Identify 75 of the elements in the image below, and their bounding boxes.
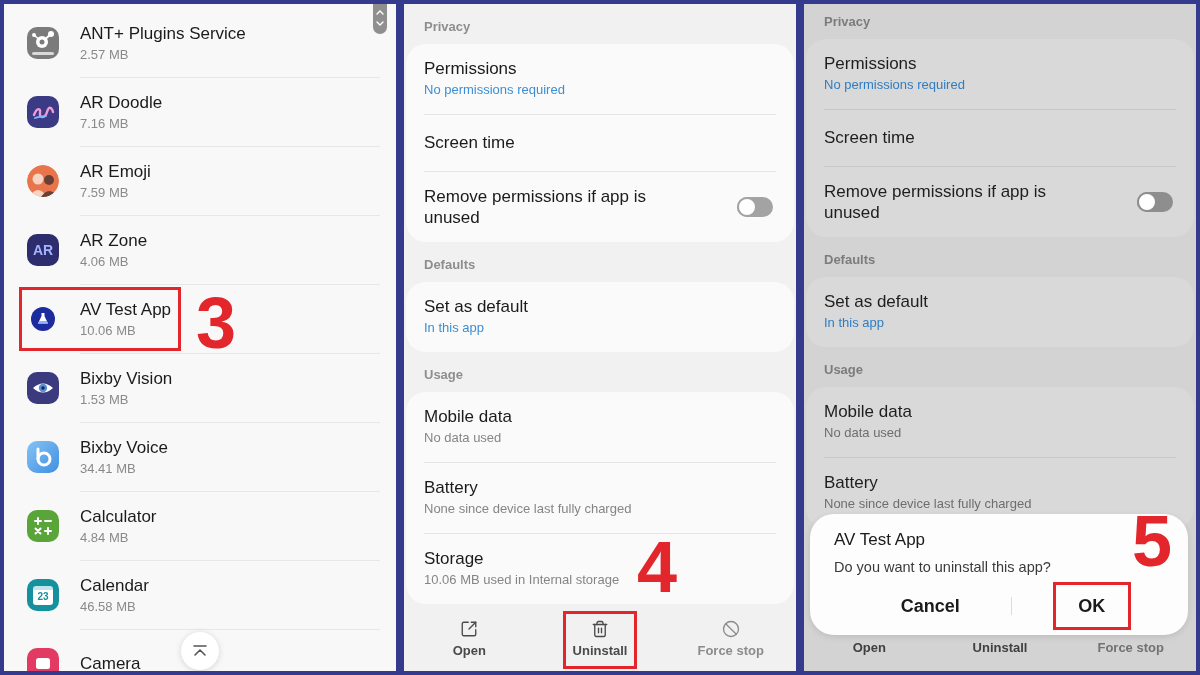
setting-title: Battery: [824, 472, 879, 494]
setting-title: Mobile data: [424, 406, 513, 428]
setting-title: Screen time: [824, 127, 916, 149]
app-name: Bixby Vision: [80, 367, 173, 390]
setting-summary: No permissions required: [424, 81, 566, 99]
setting-title: Battery: [424, 477, 479, 499]
setting-summary: None since device last fully charged: [424, 500, 633, 518]
app-name: AR Doodle: [80, 91, 163, 114]
flask-icon: [31, 307, 55, 331]
calculator-icon: [27, 510, 59, 542]
step-number: 3: [196, 293, 237, 353]
section-header: Privacy: [824, 14, 871, 30]
toggle-switch[interactable]: [1137, 192, 1173, 212]
setting-title: Mobile data: [824, 401, 913, 423]
app-name: Bixby Voice: [80, 436, 168, 459]
app-name: AR Emoji: [80, 160, 151, 183]
step-number: 4: [637, 537, 678, 597]
section-header: Defaults: [824, 252, 876, 268]
app-size: 7.59 MB: [80, 183, 130, 202]
toggle-switch[interactable]: [737, 197, 773, 217]
setting-summary: In this app: [424, 319, 485, 337]
prohibited-icon: [721, 620, 740, 638]
avatar-pair-icon: [27, 165, 59, 197]
calendar-icon: 23: [27, 579, 59, 611]
open-button[interactable]: Open: [442, 611, 496, 669]
open-button[interactable]: Open: [842, 637, 896, 666]
app-name: ANT+ Plugins Service: [80, 22, 246, 45]
setting-summary: In this app: [824, 314, 885, 332]
step-number: 5: [1131, 511, 1172, 571]
setting-title: Remove permissions if app is unused: [424, 186, 648, 228]
squiggle-icon: [27, 96, 59, 128]
setting-summary: 10.06 MB used in Internal storage: [424, 571, 621, 589]
app-name: Camera: [80, 653, 141, 671]
chevron-up-line-icon: [193, 645, 207, 657]
setting-summary: No data used: [824, 424, 903, 442]
app-size: 10.06 MB: [80, 321, 137, 340]
setting-title: Set as default: [824, 291, 929, 313]
app-name: AR Zone: [80, 229, 148, 252]
setting-summary: No data used: [424, 429, 503, 447]
app-size: 34.41 MB: [80, 459, 137, 478]
eye-icon: [27, 372, 59, 404]
app-size: 46.58 MB: [80, 597, 137, 616]
cancel-button[interactable]: Cancel: [889, 582, 971, 630]
dialog-message: Do you want to uninstall this app?: [834, 558, 1051, 576]
setting-title: Screen time: [424, 132, 516, 154]
letter-tile-icon: AR: [27, 234, 59, 266]
section-header: Privacy: [424, 19, 471, 35]
setting-summary: No permissions required: [824, 76, 966, 94]
app-size: 4.06 MB: [80, 252, 130, 271]
app-size: 7.16 MB: [80, 114, 130, 133]
app-name: Calculator: [80, 505, 157, 528]
external-link-icon: [460, 620, 479, 638]
setting-title: Set as default: [424, 296, 529, 318]
setting-title: Permissions: [824, 53, 918, 75]
section-header: Defaults: [424, 257, 476, 273]
trash-icon: [591, 620, 609, 638]
uninstall-button[interactable]: Uninstall: [962, 637, 1038, 666]
uninstall-button[interactable]: Uninstall: [562, 611, 638, 669]
network-nodes-icon: [27, 27, 59, 59]
setting-title: Storage: [424, 548, 485, 570]
scroll-to-top-button[interactable]: [181, 632, 219, 670]
section-header: Usage: [824, 362, 864, 378]
setting-title: Remove permissions if app is unused: [824, 181, 1048, 223]
app-size: 4.84 MB: [80, 528, 130, 547]
dialog-title: AV Test App: [834, 530, 926, 550]
app-size: 1.53 MB: [80, 390, 130, 409]
app-size: 2.57 MB: [80, 45, 130, 64]
setting-summary: None since device last fully charged: [824, 495, 1033, 513]
app-name: Calendar: [80, 574, 149, 597]
section-header: Usage: [424, 367, 464, 383]
setting-title: Permissions: [424, 58, 518, 80]
scroll-handle[interactable]: [373, 4, 387, 34]
confirm-button[interactable]: OK: [1052, 582, 1131, 630]
app-name: AV Test App: [80, 298, 172, 321]
b-logo-icon: [27, 441, 59, 473]
